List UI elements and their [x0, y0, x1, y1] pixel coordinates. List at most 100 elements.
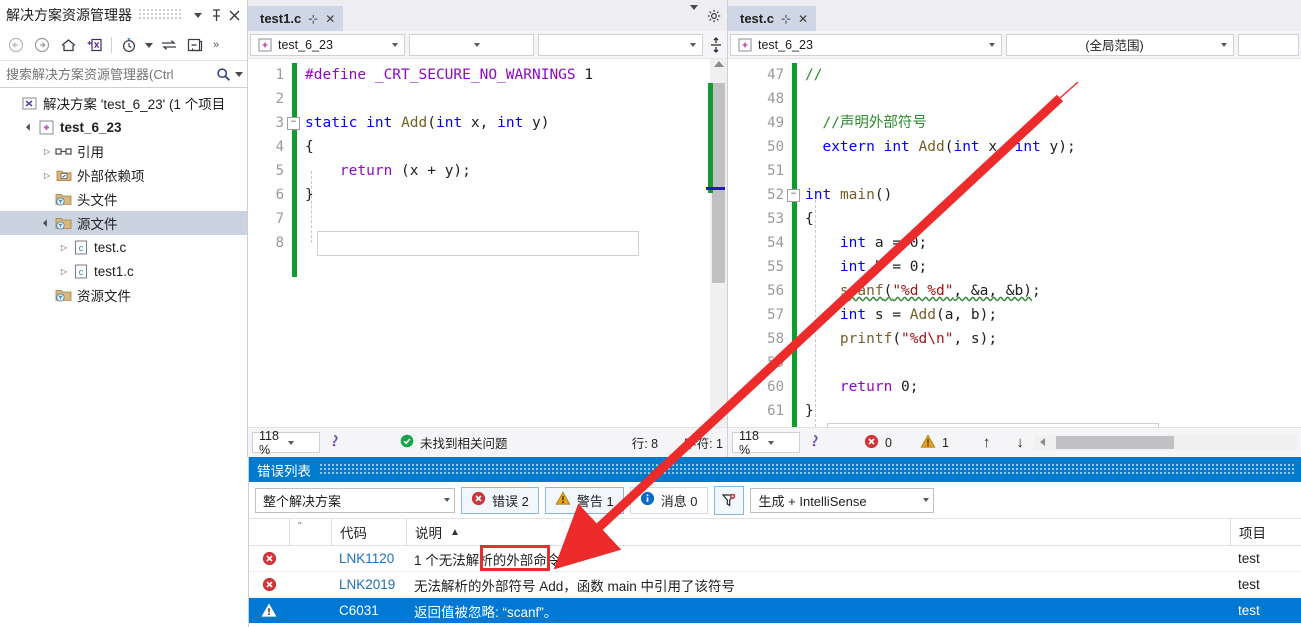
member-combo-left[interactable]	[538, 34, 703, 56]
vertical-scrollbar-left[interactable]	[710, 59, 727, 427]
code-line[interactable]	[797, 87, 1301, 111]
scroll-up-icon[interactable]	[714, 61, 724, 67]
pin-icon[interactable]	[207, 6, 225, 24]
scope-filter-combo[interactable]: 整个解决方案	[255, 488, 455, 513]
code-text-left[interactable]: #define _CRT_SECURE_NO_WARNINGS 1 −stati…	[297, 59, 710, 427]
hscrollbar-thumb[interactable]	[1056, 436, 1174, 449]
member-combo-right[interactable]	[1238, 34, 1299, 56]
zoom-combo-right[interactable]: 118 %	[732, 432, 800, 453]
build-scope-combo[interactable]: 生成 + IntelliSense	[750, 488, 934, 513]
scroll-left-icon[interactable]	[1040, 438, 1045, 446]
issue-status-icon[interactable]	[326, 433, 342, 452]
code-line[interactable]: int a = 0;	[797, 231, 1301, 255]
expander-icon[interactable]: ▷	[40, 171, 54, 180]
scope-filter-chevron-icon[interactable]	[444, 498, 450, 502]
fold-toggle-icon[interactable]: −	[787, 189, 800, 202]
code-editor-left[interactable]: 12345678 #define _CRT_SECURE_NO_WARNINGS…	[248, 59, 727, 427]
tree-node[interactable]: ◣test_6_23	[0, 115, 247, 139]
tree-node[interactable]: ▷ctest1.c	[0, 259, 247, 283]
pending-changes-dropdown-icon[interactable]	[143, 34, 155, 56]
code-line[interactable]	[297, 207, 710, 231]
tree-node[interactable]: 资源文件	[0, 283, 247, 307]
code-line[interactable]: int b = 0;	[797, 255, 1301, 279]
code-line[interactable]: printf("%d\n", s);	[797, 327, 1301, 351]
code-line[interactable]: −static int Add(int x, int y)	[297, 111, 710, 135]
build-scope-chevron-icon[interactable]	[923, 498, 929, 502]
search-filter-icon[interactable]	[714, 486, 744, 515]
expander-icon[interactable]: ▷	[57, 267, 71, 276]
code-line[interactable]: {	[297, 135, 710, 159]
gear-icon[interactable]	[707, 9, 721, 26]
split-view-icon[interactable]	[707, 37, 725, 53]
panel-drag-grip[interactable]	[138, 9, 183, 21]
code-line[interactable]: //	[797, 63, 1301, 87]
tree-node[interactable]: ▷ctest.c	[0, 235, 247, 259]
expander-icon[interactable]: ▷	[40, 147, 54, 156]
member-combo-chevron-icon[interactable]	[687, 43, 699, 47]
code-line[interactable]: −int main()	[797, 183, 1301, 207]
error-code[interactable]: C6031	[331, 603, 406, 618]
error-list-drag-grip[interactable]	[319, 464, 1295, 476]
error-list-row[interactable]: LNK2019无法解析的外部符号 Add，函数 main 中引用了该符号test	[249, 572, 1301, 598]
code-line[interactable]	[797, 159, 1301, 183]
solution-explorer-search[interactable]	[0, 61, 247, 88]
refresh-icon[interactable]	[157, 34, 181, 56]
error-list-row[interactable]: C6031返回值被忽略: “scanf”。test	[249, 598, 1301, 624]
search-options-chevron-icon[interactable]	[233, 63, 245, 85]
pending-changes-clock-icon[interactable]	[117, 34, 141, 56]
code-line[interactable]: }	[297, 183, 710, 207]
tree-node[interactable]: ◣源文件	[0, 211, 247, 235]
project-combo-left[interactable]: test_6_23	[250, 34, 405, 56]
tree-node[interactable]: ▷外部依赖项	[0, 163, 247, 187]
horizontal-scrollbar-right[interactable]	[1034, 435, 1297, 450]
collapse-all-icon[interactable]	[183, 34, 207, 56]
search-input[interactable]	[4, 66, 213, 83]
code-line[interactable]: {	[797, 207, 1301, 231]
error-list-row[interactable]: LNK11201 个无法解析的外部命令test	[249, 546, 1301, 572]
scope-combo-chevron-icon[interactable]	[471, 43, 483, 47]
code-line[interactable]: }	[797, 399, 1301, 423]
tab-close-icon[interactable]: ✕	[798, 12, 808, 26]
tab-pin-icon[interactable]: ⊹	[781, 12, 791, 26]
filter-messages-button[interactable]: 消息 0	[630, 487, 708, 514]
next-issue-arrow-icon[interactable]: ↓	[1016, 434, 1024, 451]
code-line[interactable]: //声明外部符号	[797, 111, 1301, 135]
column-header-severity[interactable]	[249, 519, 289, 545]
search-icon[interactable]	[213, 63, 233, 85]
project-combo-chevron-icon[interactable]	[986, 43, 998, 47]
tree-node[interactable]: ▷引用	[0, 139, 247, 163]
project-combo-right[interactable]: test_6_23	[730, 34, 1002, 56]
scope-combo-chevron-icon[interactable]	[1218, 43, 1230, 47]
code-editor-right[interactable]: 47484950515253545556575859606162 // //声明…	[728, 59, 1301, 427]
tree-node[interactable]: 解决方案 'test_6_23' (1 个项目	[0, 91, 247, 115]
filter-warnings-button[interactable]: 警告 1	[545, 487, 624, 514]
column-header-description[interactable]: 说明 ▲	[406, 519, 1230, 545]
column-header-project[interactable]: 项目	[1230, 519, 1301, 545]
tab-test-c[interactable]: test.c ⊹ ✕	[728, 6, 816, 31]
code-line[interactable]: #define _CRT_SECURE_NO_WARNINGS 1	[297, 63, 710, 87]
tree-node[interactable]: 头文件	[0, 187, 247, 211]
code-line[interactable]	[297, 231, 710, 255]
back-arrow-icon[interactable]	[4, 34, 28, 56]
error-code[interactable]: LNK1120	[331, 551, 406, 566]
project-combo-chevron-icon[interactable]	[389, 43, 401, 47]
scope-combo-left[interactable]: (全局范围)	[409, 34, 534, 56]
expander-icon[interactable]: ◣	[22, 119, 38, 135]
code-text-right[interactable]: // //声明外部符号 extern int Add(int x, int y)…	[797, 59, 1301, 427]
code-line[interactable]: return (x + y);	[297, 159, 710, 183]
tab-pin-icon[interactable]: ⊹	[308, 12, 318, 26]
forward-arrow-icon[interactable]	[30, 34, 54, 56]
zoom-chevron-icon[interactable]	[768, 441, 797, 445]
code-line[interactable]: return 0;	[797, 375, 1301, 399]
column-header-quote[interactable]: "	[289, 519, 331, 545]
code-line[interactable]	[797, 423, 1301, 427]
tab-test1-c[interactable]: test1.c ⊹ ✕	[248, 6, 343, 31]
issue-status-icon[interactable]	[806, 433, 822, 452]
filter-errors-button[interactable]: 错误 2	[461, 487, 539, 514]
close-icon[interactable]	[225, 6, 243, 24]
expander-icon[interactable]: ▷	[57, 243, 71, 252]
toolbar-overflow-icon[interactable]: »	[209, 34, 223, 56]
tab-close-icon[interactable]: ✕	[325, 12, 335, 26]
expander-icon[interactable]: ◣	[39, 215, 55, 231]
code-line[interactable]: extern int Add(int x, int y);	[797, 135, 1301, 159]
